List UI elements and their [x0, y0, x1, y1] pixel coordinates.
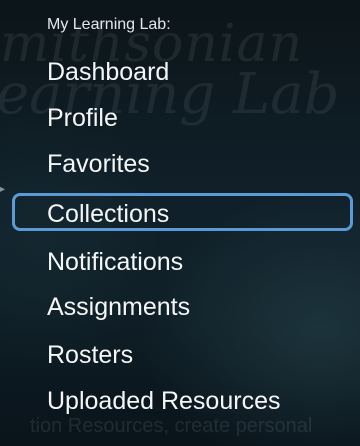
menu-item-favorites[interactable]: Favorites	[47, 146, 150, 182]
my-learning-lab-menu: My Learning Lab: Dashboard Profile Favor…	[0, 0, 360, 446]
menu-item-dashboard[interactable]: Dashboard	[47, 54, 169, 90]
menu-heading: My Learning Lab:	[47, 16, 171, 33]
menu-item-rosters[interactable]: Rosters	[47, 337, 133, 373]
menu-item-uploaded-resources[interactable]: Uploaded Resources	[47, 383, 280, 419]
menu-item-profile[interactable]: Profile	[47, 100, 118, 136]
menu-item-collections[interactable]: Collections	[11, 193, 354, 232]
menu-item-assignments[interactable]: Assignments	[47, 289, 190, 325]
menu-item-notifications[interactable]: Notifications	[47, 244, 183, 280]
